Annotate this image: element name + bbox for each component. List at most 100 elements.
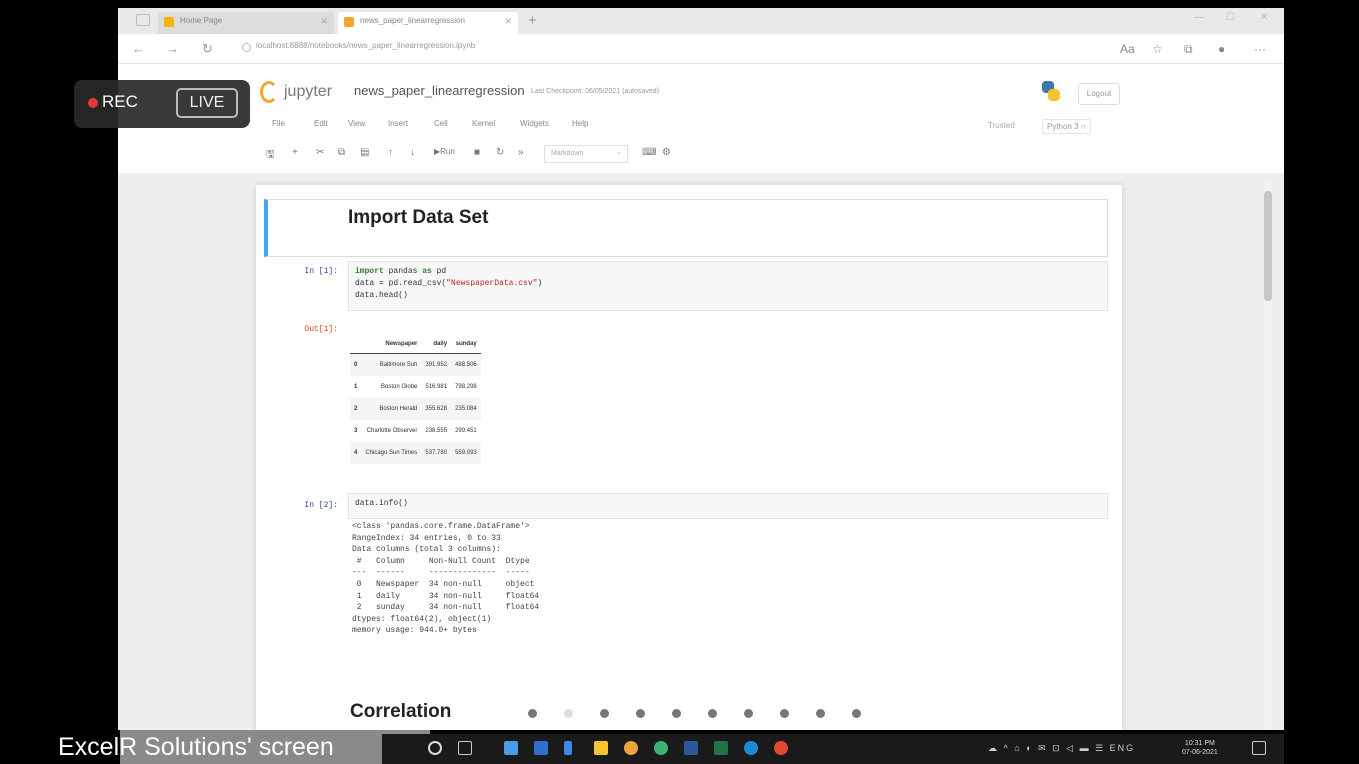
close-icon[interactable]: ✕: [320, 16, 328, 27]
system-tray-icons[interactable]: ☁ ^ ⌂ ◐ ✉ ⊡ ◁ ▬ ☰ ENG: [988, 743, 1135, 754]
cell-type-value: Markdown: [551, 150, 584, 157]
cut-icon[interactable]: ✂: [316, 147, 324, 158]
table-cell: 488.506: [455, 361, 477, 368]
restart-run-all-icon[interactable]: »: [518, 147, 524, 158]
table-cell: 2: [354, 405, 358, 412]
restart-icon[interactable]: ↻: [496, 147, 504, 158]
move-down-icon[interactable]: ↓: [410, 147, 415, 158]
notebook-name[interactable]: news_paper_linearregression: [354, 83, 525, 98]
table-cell: 4: [354, 449, 358, 456]
window-menu-icon[interactable]: [136, 14, 150, 26]
table-cell: Boston Globe: [381, 383, 418, 390]
tab-notebook[interactable]: news_paper_linearregression ✕: [338, 12, 518, 34]
maximize-icon[interactable]: ☐: [1226, 12, 1235, 23]
profile-icon[interactable]: ●: [1218, 42, 1225, 56]
back-icon[interactable]: ←: [132, 41, 145, 56]
table-header: Newspaper: [361, 335, 422, 354]
code-cell-2[interactable]: data.info(): [348, 493, 1108, 519]
jupyter-header: jupyter news_paper_linearregression Last…: [118, 65, 1284, 173]
dot: [852, 709, 861, 718]
folder-icon: [164, 17, 174, 27]
clock-date: 07-06-2021: [1182, 749, 1218, 756]
table-cell: 355.628: [425, 405, 448, 412]
reload-icon[interactable]: ↻: [202, 41, 213, 57]
jupyter-logo-text[interactable]: jupyter: [284, 83, 332, 101]
site-info-icon[interactable]: [242, 43, 251, 52]
table-cell: 235.084: [455, 405, 477, 412]
table-cell: Baltimore Sun: [379, 361, 418, 368]
scrollbar-thumb[interactable]: [1264, 191, 1272, 301]
trusted-indicator[interactable]: Trusted: [988, 121, 1015, 130]
tab-bar: Home Page ✕ news_paper_linearregression …: [118, 8, 1284, 34]
new-tab-icon[interactable]: +: [528, 12, 537, 29]
forward-icon[interactable]: →: [166, 41, 179, 56]
code-cell-1[interactable]: import pandas as pd data = pd.read_csv("…: [348, 261, 1108, 311]
table-cell: 1: [354, 383, 358, 390]
menu-view[interactable]: View: [348, 119, 365, 128]
store-icon[interactable]: [504, 741, 518, 755]
file-explorer-icon[interactable]: [594, 741, 608, 755]
live-label: LIVE: [176, 88, 238, 118]
command-palette-icon[interactable]: ⌨: [642, 147, 656, 158]
save-icon[interactable]: 🖫: [266, 147, 275, 164]
reader-icon[interactable]: Aa: [1120, 42, 1135, 56]
table-cell: Boston Herald: [379, 405, 418, 412]
task-view-icon[interactable]: [458, 741, 472, 755]
menu-help[interactable]: Help: [572, 119, 588, 128]
clock[interactable]: 10:31 PM 07-06-2021: [1182, 739, 1218, 757]
excel-icon[interactable]: [714, 741, 728, 755]
url-field[interactable]: localhost:8888/notebooks/news_paper_line…: [242, 41, 1062, 59]
paste-icon[interactable]: ▤: [360, 147, 369, 158]
edge-icon[interactable]: [744, 741, 758, 755]
menu-widgets[interactable]: Widgets: [520, 119, 549, 128]
clock-time: 10:31 PM: [1184, 740, 1215, 747]
menu-edit[interactable]: Edit: [314, 119, 328, 128]
app-icon[interactable]: [774, 741, 788, 755]
cell-type-select[interactable]: Markdown ⌄: [544, 145, 628, 163]
window-close-icon[interactable]: ✕: [1260, 12, 1268, 23]
screen-share-text: ExcelR Solutions' screen: [58, 733, 334, 761]
minimize-icon[interactable]: —: [1194, 12, 1204, 23]
chevron-down-icon: ⌄: [616, 149, 622, 156]
menu-cell[interactable]: Cell: [434, 119, 448, 128]
info-output: <class 'pandas.core.frame.DataFrame'> Ra…: [352, 522, 540, 636]
table-row: 2 Boston Herald 355.628 235.084: [350, 397, 481, 420]
move-up-icon[interactable]: ↑: [388, 147, 393, 158]
python-logo-icon: [1042, 81, 1060, 101]
jupyter-favicon-icon: [344, 17, 354, 27]
tab-home[interactable]: Home Page ✕: [158, 12, 334, 34]
dropbox-icon[interactable]: [534, 741, 548, 755]
word-icon[interactable]: [684, 741, 698, 755]
notebook-page: Import Data Set In [1]: import pandas as…: [256, 185, 1122, 730]
table-cell: 516.981: [425, 383, 448, 390]
chrome-icon[interactable]: [624, 741, 638, 755]
notifications-icon[interactable]: [1252, 741, 1266, 755]
jupyter-logo-icon[interactable]: [260, 81, 278, 103]
table-row: 1 Boston Globe 516.981 798.298: [350, 376, 481, 398]
search-icon[interactable]: [428, 741, 442, 755]
menu-file[interactable]: File: [272, 119, 285, 128]
variable-inspector-icon[interactable]: ⚙: [662, 147, 671, 158]
copy-icon[interactable]: ⧉: [338, 147, 345, 158]
logout-button[interactable]: Logout: [1078, 83, 1120, 105]
more-icon[interactable]: ···: [1254, 42, 1266, 56]
table-header: daily: [421, 335, 452, 354]
table-cell: Chicago Sun Times: [365, 449, 418, 456]
recording-badge: REC LIVE: [74, 80, 250, 128]
table-cell: 0: [354, 361, 358, 368]
table-cell: 559.093: [455, 449, 477, 456]
run-button[interactable]: ▶Run: [434, 147, 455, 156]
app-icon[interactable]: [654, 741, 668, 755]
code-line: data = pd.read_csv("NewspaperData.csv"): [355, 279, 543, 288]
close-icon[interactable]: ✕: [504, 16, 512, 27]
insert-cell-icon[interactable]: +: [292, 147, 298, 158]
menu-insert[interactable]: Insert: [388, 119, 408, 128]
collections-icon[interactable]: ⧉: [1184, 42, 1193, 57]
stop-icon[interactable]: ■: [474, 147, 480, 158]
menu-kernel[interactable]: Kernel: [472, 119, 495, 128]
scrollbar[interactable]: [1264, 179, 1272, 730]
favorites-icon[interactable]: ☆: [1152, 42, 1163, 56]
dot: [564, 709, 573, 718]
app-icon[interactable]: [564, 741, 572, 755]
table-cell: 391.952: [425, 361, 448, 368]
